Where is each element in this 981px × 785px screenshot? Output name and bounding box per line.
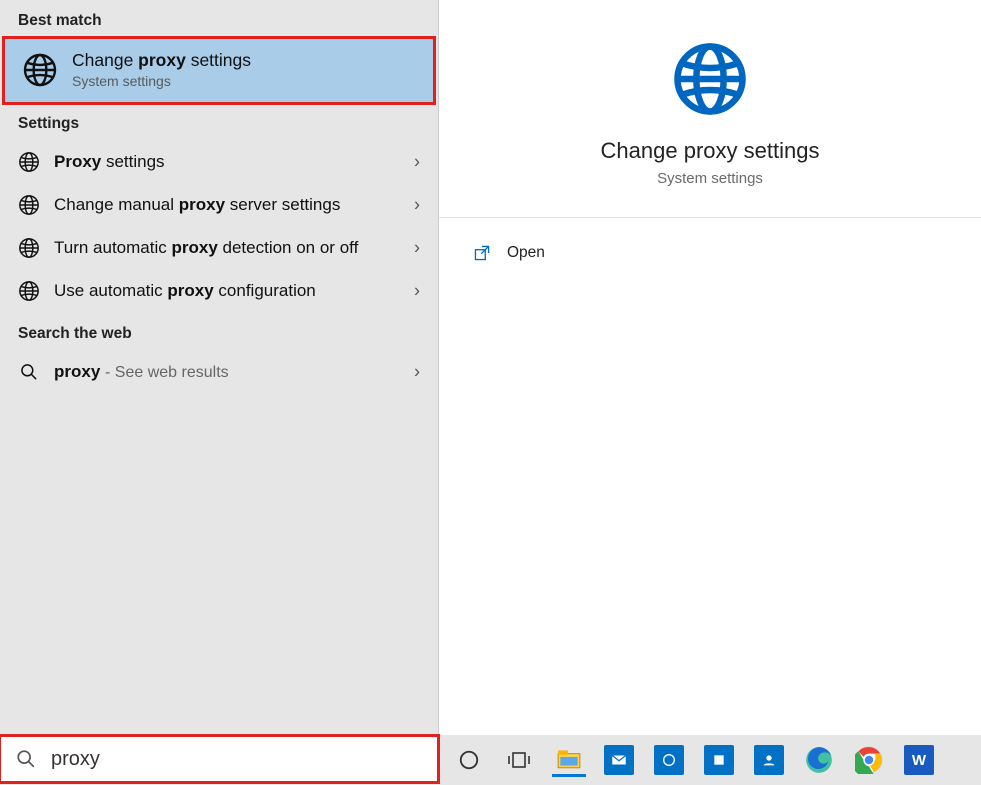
dell-app-icon[interactable] [652, 743, 686, 777]
settings-result-auto-proxy-detect[interactable]: Turn automatic proxy detection on or off… [0, 227, 438, 270]
word-icon[interactable]: W [902, 743, 936, 777]
settings-result-manual-proxy[interactable]: Change manual proxy server settings › [0, 184, 438, 227]
search-icon [15, 748, 37, 770]
cortana-icon[interactable] [452, 743, 486, 777]
open-external-icon [473, 244, 491, 262]
mail-icon[interactable] [602, 743, 636, 777]
preview-title: Change proxy settings [601, 138, 820, 164]
settings-header: Settings [0, 103, 438, 141]
result-label: Proxy settings [54, 151, 420, 174]
preview-subtitle: System settings [657, 170, 763, 187]
task-view-icon[interactable] [502, 743, 536, 777]
globe-icon [22, 52, 58, 88]
chevron-right-icon: › [414, 362, 420, 383]
square-app-icon[interactable] [702, 743, 736, 777]
result-label: proxy - See web results [54, 361, 420, 384]
taskbar-search-box[interactable] [0, 736, 438, 782]
contacts-app-icon[interactable] [752, 743, 786, 777]
open-label: Open [507, 244, 545, 262]
chrome-icon[interactable] [852, 743, 886, 777]
globe-icon [18, 280, 40, 302]
result-label: Use automatic proxy configuration [54, 280, 420, 303]
preview-pane: Change proxy settings System settings Op… [438, 0, 981, 735]
best-match-header: Best match [0, 0, 438, 38]
preview-actions: Open [439, 218, 981, 288]
chevron-right-icon: › [414, 195, 420, 216]
taskbar: W [0, 735, 981, 785]
edge-icon[interactable] [802, 743, 836, 777]
best-match-title: Change proxy settings [72, 50, 251, 71]
settings-result-proxy-settings[interactable]: Proxy settings › [0, 141, 438, 184]
globe-icon [18, 194, 40, 216]
web-result-proxy[interactable]: proxy - See web results › [0, 351, 438, 394]
best-match-texts: Change proxy settings System settings [72, 50, 251, 89]
chevron-right-icon: › [414, 238, 420, 259]
result-label: Change manual proxy server settings [54, 194, 420, 217]
chevron-right-icon: › [414, 152, 420, 173]
best-match-subtitle: System settings [72, 73, 251, 89]
chevron-right-icon: › [414, 281, 420, 302]
search-box-wrap [0, 736, 438, 784]
settings-result-auto-proxy-config[interactable]: Use automatic proxy configuration › [0, 270, 438, 313]
preview-header: Change proxy settings System settings [439, 0, 981, 218]
globe-icon [18, 237, 40, 259]
search-web-header: Search the web [0, 313, 438, 351]
search-icon [18, 361, 40, 383]
result-label: Turn automatic proxy detection on or off [54, 237, 420, 260]
globe-icon [671, 40, 749, 138]
open-action[interactable]: Open [469, 238, 951, 268]
results-list-pane: Best match Change proxy settings System … [0, 0, 438, 735]
globe-icon [18, 151, 40, 173]
file-explorer-icon[interactable] [552, 743, 586, 777]
taskbar-icons: W [438, 743, 936, 777]
search-results-window: Best match Change proxy settings System … [0, 0, 981, 735]
search-input[interactable] [51, 748, 423, 771]
best-match-result[interactable]: Change proxy settings System settings [4, 38, 434, 103]
